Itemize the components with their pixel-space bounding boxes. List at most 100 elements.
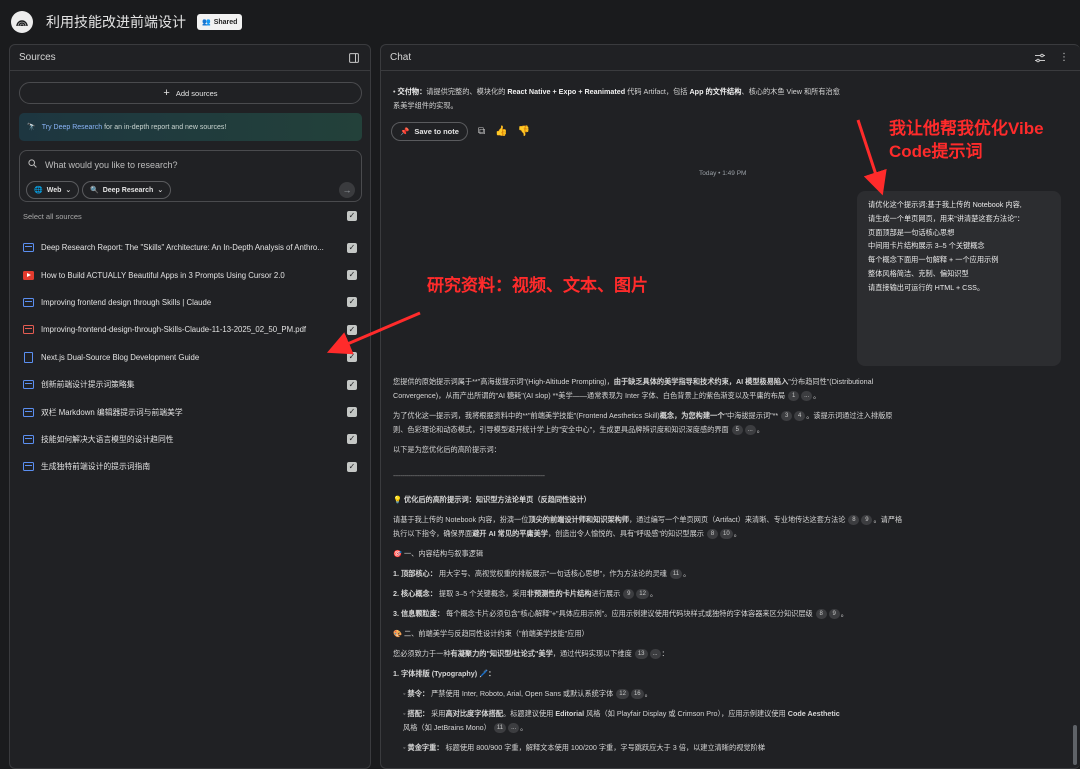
select-all-label: Select all sources [23, 211, 82, 221]
chat-header: Chat ⋮ [381, 45, 1080, 71]
collapse-panel-icon[interactable] [347, 51, 361, 65]
sub-list-item: ◦ 搭配： 采用高对比度字体搭配。标题建议使用 Editorial 风格（如 P… [403, 709, 840, 734]
source-checkbox[interactable]: ✓ [347, 461, 357, 472]
source-checkbox[interactable]: ✓ [347, 242, 357, 253]
deep-chip-label: Deep Research [102, 186, 154, 194]
citation-chip[interactable]: 11 [669, 569, 683, 580]
select-all-checkbox[interactable]: ✓ [347, 211, 357, 221]
citation-chip[interactable]: 13 [634, 649, 648, 660]
tune-settings-icon[interactable] [1033, 51, 1047, 65]
list-item: 3. 信息颗粒度： 每个概念卡片必须包含"核心解释"+"具体应用示例"。应用示例… [393, 609, 848, 620]
response-heading: 🎨 二、前端美学与反趋同性设计约束（"前端美学技能"应用） [393, 629, 589, 638]
bold-text: 高对比度字体搭配 [445, 709, 503, 718]
top-bar: 利用技能改进前端设计 👥 Shared [0, 0, 1080, 44]
source-item[interactable]: Improving-frontend-design-through-Skills… [23, 316, 357, 343]
source-checkbox[interactable]: ✓ [347, 297, 357, 308]
citation-chip[interactable]: 9 [623, 589, 635, 600]
text: 进行展示 [591, 589, 623, 598]
scrollbar-thumb[interactable] [1073, 725, 1077, 765]
add-sources-label: Add sources [175, 88, 218, 98]
source-checkbox[interactable]: ✓ [347, 270, 357, 281]
bold-text: 非预测性的卡片结构 [526, 589, 592, 598]
thumbs-up-icon[interactable]: 👍 [495, 126, 507, 137]
web-page-icon [23, 297, 34, 307]
text: 严禁使用 Inter, Roboto, Arial, Open Sans 或默认… [429, 689, 616, 698]
citation-chip[interactable]: 8 [815, 609, 827, 620]
shared-badge[interactable]: 👥 Shared [197, 14, 243, 30]
citation-more-chip[interactable]: ... [508, 723, 520, 734]
source-checkbox[interactable]: ✓ [347, 352, 357, 363]
bullet-text: 请提供完整的、模块化的 [426, 87, 508, 96]
text: 用大字号、高视觉权重的排版展示"一句话核心思想"，作为方法论的灵魂 [436, 569, 669, 578]
source-checkbox[interactable]: ✓ [347, 434, 357, 445]
citation-more-chip[interactable]: ... [801, 391, 813, 402]
more-vert-icon[interactable]: ⋮ [1057, 51, 1071, 65]
save-to-note-button[interactable]: 📌 Save to note [391, 122, 468, 141]
citation-more-chip[interactable]: ... [649, 649, 661, 660]
source-item[interactable]: Next.js Dual-Source Blog Development Gui… [23, 344, 357, 371]
telescope-icon: 🔭 [27, 124, 36, 131]
select-all-row[interactable]: Select all sources ✓ [23, 211, 357, 221]
citation-chip[interactable]: 8 [707, 529, 718, 540]
text: 您必须致力于一种 [393, 649, 451, 658]
citation-chip[interactable]: 5 [731, 425, 743, 436]
source-label: Next.js Dual-Source Blog Development Gui… [41, 352, 200, 362]
source-item[interactable]: 技能如何解决大语言模型的设计趋同性 ✓ [23, 426, 357, 453]
response-paragraph: 请基于我上传的 Notebook 内容，扮演一位顶尖的前端设计师和知识架构师，通… [393, 515, 903, 540]
text: 提取 3–5 个关键概念，采用 [436, 589, 527, 598]
source-checkbox[interactable]: ✓ [347, 407, 357, 418]
citation-chip[interactable]: 8 [848, 515, 860, 526]
citation-chip[interactable]: 10 [720, 529, 733, 540]
source-item[interactable]: Deep Research Report: The "Skills" Archi… [23, 234, 357, 261]
citation-chip[interactable]: 12 [636, 589, 649, 600]
text: ，通过编写一个单页网页（Artifact）来清晰、专业地传达这套方法论 [629, 515, 848, 524]
source-item[interactable]: How to Build ACTUALLY Beautiful Apps in … [23, 261, 357, 288]
search-icon [28, 159, 37, 170]
source-checkbox[interactable]: ✓ [347, 379, 357, 390]
citation-chip[interactable]: 11 [493, 723, 507, 734]
deep-research-banner[interactable]: 🔭 Try Deep Research for an in-depth repo… [19, 113, 362, 141]
deep-research-link[interactable]: Try Deep Research [42, 124, 102, 131]
citation-chip[interactable]: 1 [788, 391, 800, 402]
source-item[interactable]: 双栏 Markdown 编辑器提示词与前端美学 ✓ [23, 398, 357, 425]
user-message-line: 中间用卡片结构展示 3–5 个关键概念 [868, 241, 985, 251]
web-page-icon [23, 407, 34, 417]
source-checkbox[interactable]: ✓ [347, 324, 357, 335]
bold-text: Editorial [555, 709, 585, 718]
add-sources-button[interactable]: + Add sources [19, 82, 362, 104]
citation-chip[interactable]: 4 [794, 411, 806, 422]
assistant-response: 您提供的原始提示词属于**"高海拔提示词"(High-Altitude Prom… [393, 375, 903, 761]
source-item[interactable]: Improving frontend design through Skills… [23, 289, 357, 316]
notebooklm-logo-icon[interactable] [11, 11, 33, 33]
annotation-optimize-prompt: 我让他帮我优化Vibe Code提示词 [889, 119, 1044, 161]
bullet-text: 代码 Artifact，包括 [625, 87, 690, 96]
bold-text: 由于缺乏具体的美学指导和技术约束，AI 模型极易陷入 [613, 377, 789, 386]
citation-chip[interactable]: 9 [828, 609, 840, 620]
citation-chip[interactable]: 3 [781, 411, 793, 422]
citation-chip[interactable]: 12 [616, 689, 629, 700]
bullet-label: 交付物： [397, 87, 427, 96]
bold-text: 避开 AI 常见的平庸美学 [472, 529, 548, 538]
thumbs-down-icon[interactable]: 👎 [518, 126, 530, 137]
citation-more-chip[interactable]: ... [744, 425, 756, 436]
bold-text: ◦ 黄金字重： [403, 743, 444, 752]
web-source-dropdown[interactable]: 🌐 Web ⌄ [26, 181, 80, 199]
web-page-icon [23, 462, 34, 472]
text: 您提供的原始提示词属于**"高海拔提示词"(High-Altitude Prom… [393, 377, 614, 386]
source-item[interactable]: 生成独特前端设计的提示词指南 ✓ [23, 453, 357, 480]
submit-arrow-icon[interactable]: → [339, 182, 355, 198]
deep-research-dropdown[interactable]: 🔍 Deep Research ⌄ [82, 181, 172, 199]
user-message-line: 每个概念下面用一句解释 + 一个应用示例 [868, 255, 999, 265]
citation-chip[interactable]: 9 [861, 515, 873, 526]
bold-text: 有凝聚力的"知识型/社论式"美学 [450, 649, 553, 658]
sources-panel: Sources + Add sources 🔭 Try Deep Researc… [9, 44, 371, 769]
text: 风格（如 Playfair Display 或 Crimson Pro），应用示… [584, 709, 788, 718]
citation-chip[interactable]: 16 [630, 689, 644, 700]
divider-line: ----------------------------------------… [393, 471, 545, 480]
source-label: How to Build ACTUALLY Beautiful Apps in … [41, 270, 285, 280]
research-input[interactable]: What would you like to research? [28, 159, 178, 170]
notebook-title[interactable]: 利用技能改进前端设计 [46, 12, 186, 32]
source-item[interactable]: 创新前端设计提示词策略集 ✓ [23, 371, 357, 398]
copy-icon[interactable]: ⧉ [478, 126, 485, 137]
web-page-icon [23, 380, 34, 390]
